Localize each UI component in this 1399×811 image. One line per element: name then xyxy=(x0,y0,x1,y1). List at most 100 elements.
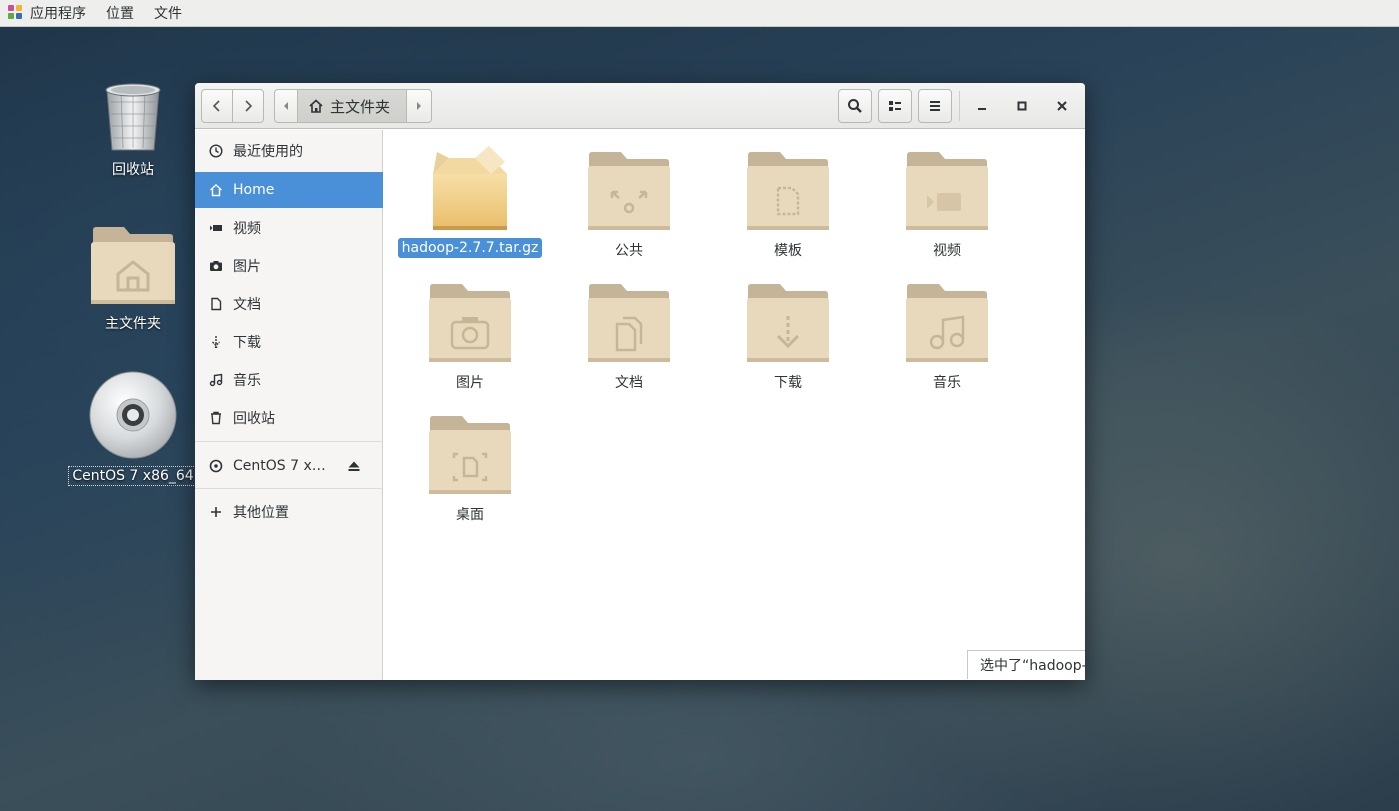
sidebar-item-trash[interactable]: 回收站 xyxy=(195,400,383,436)
back-button[interactable] xyxy=(201,89,233,123)
sidebar-item-device-centos[interactable]: CentOS 7 x… xyxy=(195,448,383,484)
optical-disc-icon xyxy=(89,371,177,459)
sidebar-item-label: 回收站 xyxy=(233,411,275,427)
file-item-desktop[interactable]: 桌面 xyxy=(395,414,545,526)
sidebar-item-documents[interactable]: 文档 xyxy=(195,286,383,322)
sidebar-item-other-locations[interactable]: 其他位置 xyxy=(195,494,383,530)
video-icon xyxy=(208,220,224,236)
triangle-right-icon xyxy=(417,102,421,110)
file-item-templates[interactable]: 模板 xyxy=(713,150,863,262)
clock-icon xyxy=(208,143,224,159)
path-scroll-right-button[interactable] xyxy=(406,89,432,123)
file-manager-window: 主文件夹 最近使用的 Home 视频 图片 文档 下载 音乐 回收站 CentO… xyxy=(195,83,1085,680)
archive-package-icon xyxy=(433,146,507,230)
home-folder-icon xyxy=(91,227,175,304)
eject-button[interactable] xyxy=(347,459,361,477)
selection-status-bar: 选中了“hadoop-2.7.7.tar.gz” （218.7 MB） xyxy=(967,650,1085,679)
file-item-music[interactable]: 音乐 xyxy=(872,282,1022,394)
close-button[interactable] xyxy=(1045,89,1079,123)
file-item-documents[interactable]: 文档 xyxy=(554,282,704,394)
minimize-button[interactable] xyxy=(965,89,999,123)
files-menu-label: 文件 xyxy=(154,6,182,22)
view-toggle-button[interactable] xyxy=(878,89,912,123)
applications-menu-label: 应用程序 xyxy=(30,6,86,22)
sidebar-item-music[interactable]: 音乐 xyxy=(195,362,383,398)
places-menu[interactable]: 位置 xyxy=(96,0,144,27)
sidebar-item-home[interactable]: Home xyxy=(195,172,383,208)
sidebar-item-label: 其他位置 xyxy=(233,505,289,521)
menu-button[interactable] xyxy=(918,89,952,123)
file-item-pictures[interactable]: 图片 xyxy=(395,282,545,394)
sidebar-separator xyxy=(195,488,383,489)
file-item-hadoop[interactable]: hadoop-2.7.7.tar.gz xyxy=(395,144,545,258)
minimize-icon xyxy=(978,108,986,110)
sidebar-separator xyxy=(195,441,383,442)
folder-camera-icon xyxy=(429,284,511,362)
search-icon xyxy=(848,99,862,113)
camera-icon xyxy=(208,258,224,274)
file-item-label: 公共 xyxy=(615,243,643,259)
search-button[interactable] xyxy=(838,89,872,123)
sidebar-item-recent[interactable]: 最近使用的 xyxy=(195,133,383,169)
header-separator xyxy=(959,91,960,121)
sidebar-item-label: 视频 xyxy=(233,221,261,237)
file-item-public[interactable]: 公共 xyxy=(554,150,704,262)
path-scroll-left-button[interactable] xyxy=(274,89,298,123)
download-icon xyxy=(208,334,224,350)
places-menu-label: 位置 xyxy=(106,6,134,22)
file-item-label: 下载 xyxy=(774,375,802,391)
sidebar-item-label: Home xyxy=(233,182,275,198)
desktop-disc-label: CentOS 7 x86_64 xyxy=(68,466,198,486)
sidebar-item-label: CentOS 7 x… xyxy=(233,458,326,474)
hamburger-menu-icon xyxy=(930,101,940,111)
forward-button[interactable] xyxy=(232,89,264,123)
sidebar-item-label: 下载 xyxy=(233,335,261,351)
sidebar-item-downloads[interactable]: 下载 xyxy=(195,324,383,360)
triangle-left-icon xyxy=(284,102,288,110)
desktop-home-folder[interactable]: 主文件夹 xyxy=(73,224,193,334)
desktop-disc[interactable]: CentOS 7 x86_64 xyxy=(68,370,198,486)
sidebar-item-label: 最近使用的 xyxy=(233,144,303,160)
file-item-label: 模板 xyxy=(774,243,802,259)
applications-menu[interactable]: 应用程序 xyxy=(0,0,96,27)
sidebar-item-label: 图片 xyxy=(233,259,261,275)
folder-download-icon xyxy=(747,284,829,362)
file-view: hadoop-2.7.7.tar.gz 公共 模板 视频 图片 文档 下载 音乐… xyxy=(384,130,1085,680)
files-menu[interactable]: 文件 xyxy=(144,0,192,27)
list-view-icon xyxy=(889,101,901,111)
file-item-label: hadoop-2.7.7.tar.gz xyxy=(397,238,543,258)
sidebar-item-pictures[interactable]: 图片 xyxy=(195,248,383,284)
applications-logo-icon xyxy=(8,5,24,21)
music-icon xyxy=(208,372,224,388)
sidebar-item-label: 音乐 xyxy=(233,373,261,389)
desktop-trash[interactable]: 回收站 xyxy=(73,80,193,180)
desktop-home-label: 主文件夹 xyxy=(105,316,161,332)
maximize-button[interactable] xyxy=(1005,89,1039,123)
document-icon xyxy=(208,296,224,312)
file-item-label: 音乐 xyxy=(933,375,961,391)
file-item-label: 桌面 xyxy=(456,507,484,523)
folder-music-icon xyxy=(906,284,988,362)
folder-video-icon xyxy=(906,152,988,230)
file-item-label: 文档 xyxy=(615,375,643,391)
sidebar-item-videos[interactable]: 视频 xyxy=(195,210,383,246)
trash-icon xyxy=(208,410,224,426)
places-sidebar: 最近使用的 Home 视频 图片 文档 下载 音乐 回收站 CentOS 7 x… xyxy=(195,130,383,680)
maximize-icon xyxy=(1017,101,1027,111)
folder-share-icon xyxy=(588,152,670,230)
path-home-button[interactable]: 主文件夹 xyxy=(297,89,407,123)
home-icon xyxy=(208,182,224,198)
path-home-label: 主文件夹 xyxy=(330,97,391,116)
eject-icon xyxy=(348,461,360,471)
folder-document-icon xyxy=(588,284,670,362)
chevron-left-icon xyxy=(212,100,220,112)
selection-status-text: 选中了“hadoop-2.7.7.tar.gz” （218.7 MB） xyxy=(980,658,1085,674)
desktop-trash-label: 回收站 xyxy=(112,162,154,178)
file-item-downloads[interactable]: 下载 xyxy=(713,282,863,394)
plus-icon xyxy=(208,504,224,520)
file-item-videos[interactable]: 视频 xyxy=(872,150,1022,262)
home-icon xyxy=(309,99,323,113)
trash-bin-icon xyxy=(105,83,161,151)
sidebar-item-label: 文档 xyxy=(233,297,261,313)
folder-desktop-icon xyxy=(429,416,511,494)
